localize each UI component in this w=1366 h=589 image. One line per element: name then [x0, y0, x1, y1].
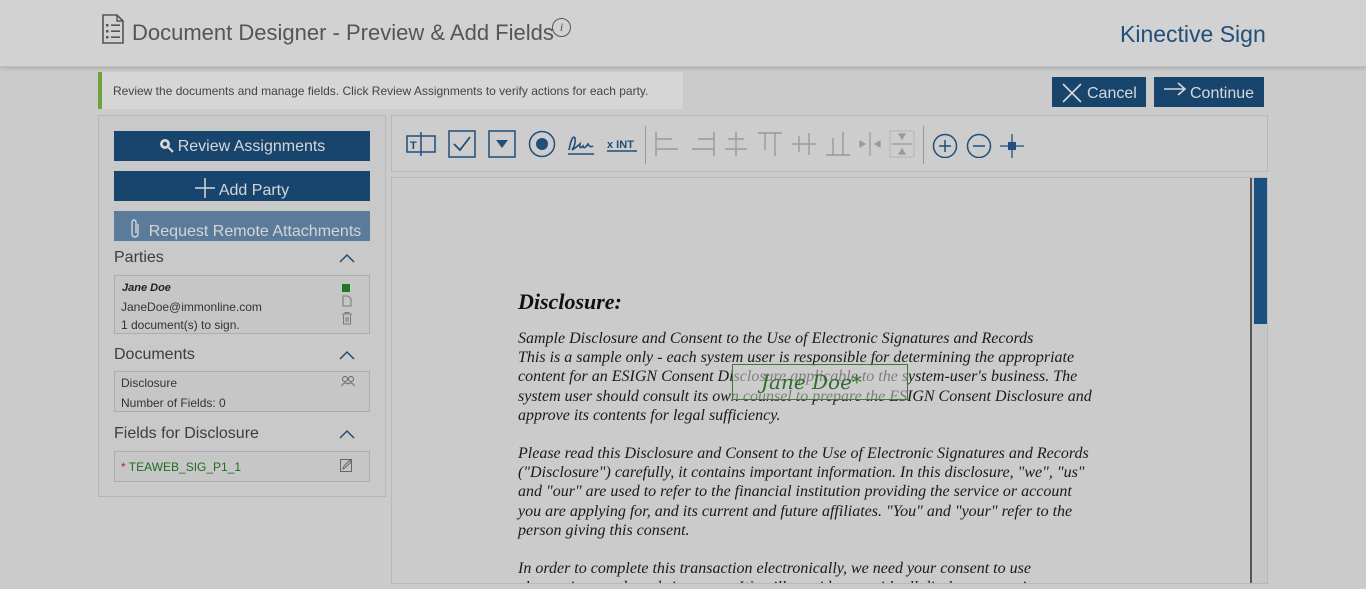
field-card[interactable]: * TEAWEB_SIG_P1_1	[114, 451, 370, 482]
page-title: Document Designer - Preview & Add Fields	[132, 20, 554, 45]
brand-name: Kinective Sign	[1120, 21, 1266, 47]
cancel-button[interactable]: Cancel	[1052, 77, 1146, 107]
trash-icon[interactable]	[342, 312, 352, 325]
review-assignments-button[interactable]: Review Assignments	[114, 131, 370, 161]
parties-heading: Parties	[114, 249, 164, 266]
add-party-button[interactable]: Add Party	[114, 171, 370, 201]
toolbar-separator	[645, 126, 646, 164]
distribute-h-icon[interactable]	[856, 130, 884, 158]
party-name: Jane Doe	[122, 282, 171, 294]
document-paragraph: In order to complete this transaction el…	[518, 560, 1051, 583]
document-heading: Disclosure:	[518, 289, 622, 314]
align-bottom-icon[interactable]	[824, 130, 852, 158]
checkbox-icon[interactable]	[448, 130, 476, 158]
arrow-right-icon	[1164, 82, 1187, 96]
required-mark: *	[121, 460, 126, 474]
document-card[interactable]: Disclosure Number of Fields: 0	[114, 371, 370, 412]
add-party-label: Add Party	[218, 182, 290, 199]
signature-icon[interactable]	[566, 130, 596, 158]
document-field-count: Number of Fields: 0	[121, 396, 226, 410]
edit-icon[interactable]	[340, 458, 353, 472]
close-icon	[1062, 83, 1082, 103]
document-name: Disclosure	[121, 376, 178, 390]
move-icon[interactable]	[998, 130, 1026, 158]
continue-label: Continue	[1190, 85, 1255, 102]
zoom-search-icon	[159, 139, 174, 153]
toolbar-separator	[923, 126, 924, 164]
party-card[interactable]: Jane Doe JaneDoe@immonline.com 1 documen…	[114, 275, 370, 334]
documents-heading: Documents	[114, 346, 195, 363]
distribute-v-icon[interactable]	[888, 130, 916, 158]
request-remote-label: Request Remote Attachments	[148, 223, 362, 240]
app-header: Document Designer - Preview & Add Fields…	[0, 0, 1366, 67]
scrollbar-thumb[interactable]	[1254, 178, 1267, 324]
document-viewer[interactable]: Disclosure: Sample Disclosure and Consen…	[391, 177, 1268, 584]
instruction-notice: Review the documents and manage fields. …	[98, 72, 683, 109]
fields-heading: Fields for Disclosure	[114, 425, 259, 442]
chevron-up-icon[interactable]	[339, 429, 355, 439]
radio-icon[interactable]	[528, 130, 556, 158]
document-paragraph: Please read this Disclosure and Consent …	[518, 445, 1089, 539]
review-assignments-label: Review Assignments	[177, 138, 326, 155]
field-toolbar: T x INT	[391, 115, 1268, 172]
paperclip-icon	[131, 219, 139, 238]
file-icon[interactable]	[342, 295, 352, 307]
party-email: JaneDoe@immonline.com	[121, 300, 262, 314]
align-middle-icon[interactable]	[790, 130, 818, 158]
chevron-up-icon[interactable]	[339, 350, 355, 360]
align-left-icon[interactable]	[654, 130, 682, 158]
align-right-icon[interactable]	[688, 130, 716, 158]
vertical-scrollbar[interactable]	[1250, 178, 1267, 583]
dropdown-icon[interactable]	[488, 130, 516, 158]
document-list-icon	[102, 14, 124, 44]
svg-text:T: T	[410, 140, 417, 152]
zoom-out-icon[interactable]	[965, 130, 993, 158]
plus-icon	[194, 178, 215, 198]
party-color-swatch	[342, 284, 350, 292]
left-panel: Review Assignments Add Party Request Rem…	[98, 115, 386, 497]
text-field-icon[interactable]: T	[406, 130, 438, 158]
align-top-icon[interactable]	[756, 130, 784, 158]
group-icon[interactable]	[341, 375, 355, 387]
continue-button[interactable]: Continue	[1154, 77, 1264, 107]
request-remote-attachments-button[interactable]: Request Remote Attachments	[114, 211, 370, 241]
svg-text:x INT: x INT	[607, 139, 634, 151]
party-status: 1 document(s) to sign.	[121, 318, 240, 332]
field-name: TEAWEB_SIG_P1_1	[128, 460, 242, 474]
signature-field-label: Jane Doe*	[761, 370, 862, 394]
zoom-in-icon[interactable]	[931, 130, 959, 158]
align-center-h-icon[interactable]	[722, 130, 750, 158]
initials-icon[interactable]: x INT	[606, 130, 638, 158]
info-icon[interactable]: i	[552, 18, 571, 37]
field-item: * TEAWEB_SIG_P1_1	[121, 460, 241, 474]
signature-field[interactable]: Jane Doe*	[732, 364, 908, 400]
chevron-up-icon[interactable]	[339, 253, 355, 263]
document-page[interactable]: Disclosure: Sample Disclosure and Consen…	[392, 178, 1250, 583]
cancel-label: Cancel	[1087, 85, 1137, 102]
